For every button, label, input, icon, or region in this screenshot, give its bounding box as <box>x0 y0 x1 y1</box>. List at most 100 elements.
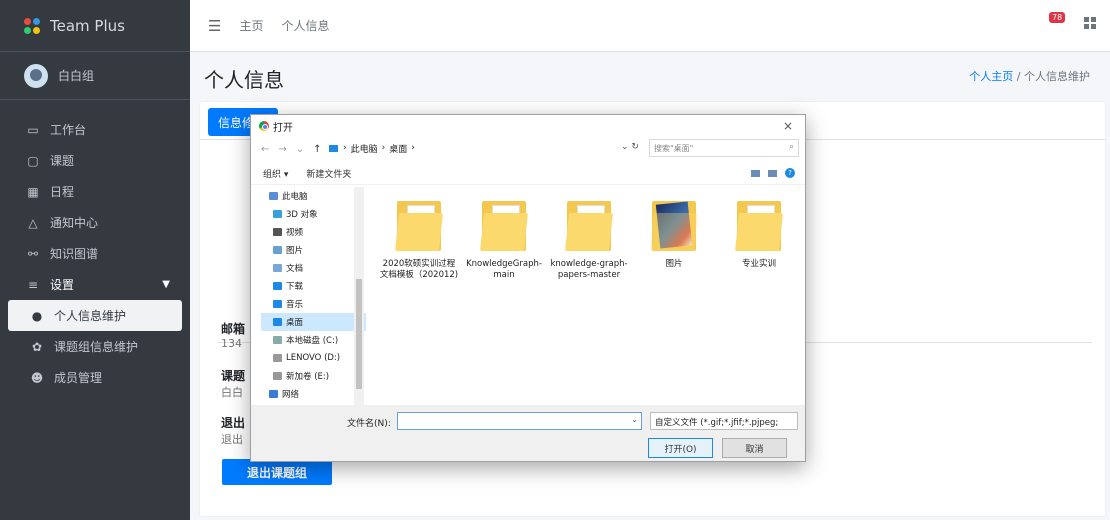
breadcrumb-separator: / <box>1016 70 1021 83</box>
tree-item-drive-c[interactable]: 本地磁盘 (C:) <box>261 331 366 349</box>
sidebar-item-topics[interactable]: ▢ 课题 <box>8 145 182 176</box>
organize-button[interactable]: 组织 ▾ <box>263 167 288 180</box>
bars-icon: ≡ <box>27 277 39 292</box>
chevron-down-icon[interactable]: ⌄ <box>631 415 638 424</box>
sidebar-item-group-settings[interactable]: ✿ 课题组信息维护 <box>8 331 182 362</box>
preview-pane-icon[interactable] <box>768 169 777 177</box>
cogs-icon: ✿ <box>31 339 43 354</box>
tree-item-label: 3D 对象 <box>286 210 318 220</box>
tree-item-pc[interactable]: 此电脑 <box>261 187 366 205</box>
tree-item-documents[interactable]: 文档 <box>261 259 366 277</box>
exit-group-button[interactable]: 退出课题组 <box>222 459 332 485</box>
nav-link-profile[interactable]: 个人信息 <box>281 17 329 34</box>
tree-item-label: LENOVO (D:) <box>286 353 341 363</box>
chevron-down-icon: ▼ <box>162 279 170 290</box>
file-name: 图片 <box>665 259 683 269</box>
sidebar-item-schedule[interactable]: ▦ 日程 <box>8 176 182 207</box>
sidebar-item-workbench[interactable]: ▭ 工作台 <box>8 114 182 145</box>
apps-grid-icon[interactable] <box>1084 17 1096 29</box>
navigation-tree: 此电脑 3D 对象 视频 图片 文档 下载 音乐 桌面 本地磁盘 (C:) LE… <box>261 187 366 405</box>
file-item[interactable]: 图片 <box>634 187 714 270</box>
search-input[interactable]: 搜索"桌面" ⌕ <box>649 139 799 157</box>
path-segment-desktop[interactable]: 桌面 <box>389 142 407 155</box>
breadcrumb-home[interactable]: 个人主页 <box>969 70 1013 83</box>
breadcrumb: 个人主页 / 个人信息维护 <box>969 68 1090 84</box>
topbar-right: 78 <box>1046 12 1096 32</box>
tree-item-downloads[interactable]: 下载 <box>261 277 366 295</box>
page-title: 个人信息 <box>204 68 284 92</box>
file-name: 专业实训 <box>741 259 776 269</box>
tree-item-3d[interactable]: 3D 对象 <box>261 205 366 223</box>
sidebar-item-members[interactable]: ☻ 成员管理 <box>8 362 182 393</box>
tree-item-label: 本地磁盘 (C:) <box>286 336 339 346</box>
tree-item-music[interactable]: 音乐 <box>261 295 366 313</box>
sidebar-item-label: 通知中心 <box>50 216 99 230</box>
tree-item-desktop[interactable]: 桌面 <box>261 313 366 331</box>
path-segment-pc[interactable]: 此电脑 <box>351 142 378 155</box>
exit-label: 退出 <box>221 416 246 430</box>
help-icon[interactable]: ? <box>785 168 795 178</box>
file-type-select[interactable]: 自定义文件 (*.gif;*.jfif;*.pjpeg; <box>650 412 798 430</box>
file-item[interactable]: knowledge-graph-papers-master <box>549 187 629 281</box>
forward-arrow-icon[interactable]: → <box>278 144 286 155</box>
nav-link-home[interactable]: 主页 <box>239 17 263 34</box>
up-arrow-icon[interactable]: ↑ <box>313 144 321 155</box>
pc-icon <box>329 144 338 152</box>
top-navbar: ☰ 主页 个人信息 78 <box>190 0 1110 52</box>
tree-item-label: 下载 <box>286 282 304 292</box>
tree-scrollbar[interactable] <box>354 187 364 405</box>
refresh-icon[interactable]: ⌄ ↻ <box>621 142 639 152</box>
close-icon[interactable]: × <box>783 119 793 133</box>
tree-item-videos[interactable]: 视频 <box>261 223 366 241</box>
back-arrow-icon[interactable]: ← <box>261 144 269 155</box>
users-icon: ☻ <box>30 370 44 385</box>
dialog-title: 打开 <box>273 122 293 134</box>
notification-badge: 78 <box>1049 12 1066 23</box>
cancel-button[interactable]: 取消 <box>722 438 787 458</box>
tree-item-label: 新加卷 (E:) <box>286 372 330 382</box>
avatar <box>24 63 48 88</box>
laptop-icon: ▭ <box>27 122 39 137</box>
calendar-icon: ▦ <box>27 184 39 199</box>
address-bar[interactable]: › 此电脑 › 桌面 › <box>329 139 639 157</box>
user-panel[interactable]: 白白组 <box>0 52 190 100</box>
bell-icon: △ <box>28 215 38 230</box>
address-row: ← → ⌄ ↑ › 此电脑 › 桌面 › ⌄ ↻ 搜索"桌面" ⌕ <box>251 137 805 161</box>
file-item[interactable]: 2020软硕实训过程文档模板（202012) <box>379 187 459 281</box>
view-mode-icon[interactable] <box>751 169 760 177</box>
new-folder-button[interactable]: 新建文件夹 <box>306 167 351 180</box>
sidebar-item-profile-settings[interactable]: ● 个人信息维护 <box>8 300 182 331</box>
tree-item-label: 桌面 <box>286 318 304 328</box>
folder-icon <box>563 197 615 253</box>
dialog-footer: 文件名(N): ⌄ 自定义文件 (*.gif;*.jfif;*.pjpeg; 打… <box>251 405 805 461</box>
file-item[interactable]: KnowledgeGraph-main <box>464 187 544 281</box>
file-name: knowledge-graph-papers-master <box>550 259 628 280</box>
scrollbar-thumb[interactable] <box>356 279 362 389</box>
app-title: Team Plus <box>50 16 125 35</box>
app-root: Team Plus 白白组 ▭ 工作台 ▢ 课题 ▦ 日程 △ 通知中心 ⚯ 知识图谱 ≡… <box>0 0 1110 520</box>
brand[interactable]: Team Plus <box>0 0 190 52</box>
tree-item-drive-e[interactable]: 新加卷 (E:) <box>261 367 366 385</box>
document-folder-icon <box>733 197 785 253</box>
tree-item-drive-d[interactable]: LENOVO (D:) <box>261 349 366 367</box>
sidebar-item-notifications[interactable]: △ 通知中心 <box>8 207 182 238</box>
email-value: 134 <box>221 337 242 350</box>
open-button[interactable]: 打开(O) <box>648 438 713 458</box>
dialog-toolbar: 组织 ▾ 新建文件夹 ? <box>251 163 805 185</box>
hamburger-menu-icon[interactable]: ☰ <box>208 17 221 35</box>
filename-input[interactable]: ⌄ <box>397 412 642 430</box>
team-plus-logo-icon <box>24 17 40 34</box>
notification-bell-icon[interactable]: 78 <box>1046 12 1066 32</box>
monitor-icon: ▢ <box>27 153 39 168</box>
sidebar-item-label: 课题 <box>50 154 75 168</box>
image-folder-icon <box>648 197 700 253</box>
sidebar-item-settings[interactable]: ≡ 设置 ▼ <box>8 269 182 300</box>
sidebar-item-knowledge-graph[interactable]: ⚯ 知识图谱 <box>8 238 182 269</box>
file-open-dialog: 打开 × ← → ⌄ ↑ › 此电脑 › 桌面 › ⌄ ↻ 搜索"桌面" ⌕ 组… <box>250 114 806 462</box>
tree-item-pictures[interactable]: 图片 <box>261 241 366 259</box>
exit-value: 退出 <box>221 433 243 446</box>
file-item[interactable]: 专业实训 <box>719 187 799 270</box>
tree-item-network[interactable]: 网络 <box>261 385 366 403</box>
recent-chevron-icon[interactable]: ⌄ <box>296 144 304 155</box>
sidebar-item-label: 课题组信息维护 <box>54 340 139 354</box>
